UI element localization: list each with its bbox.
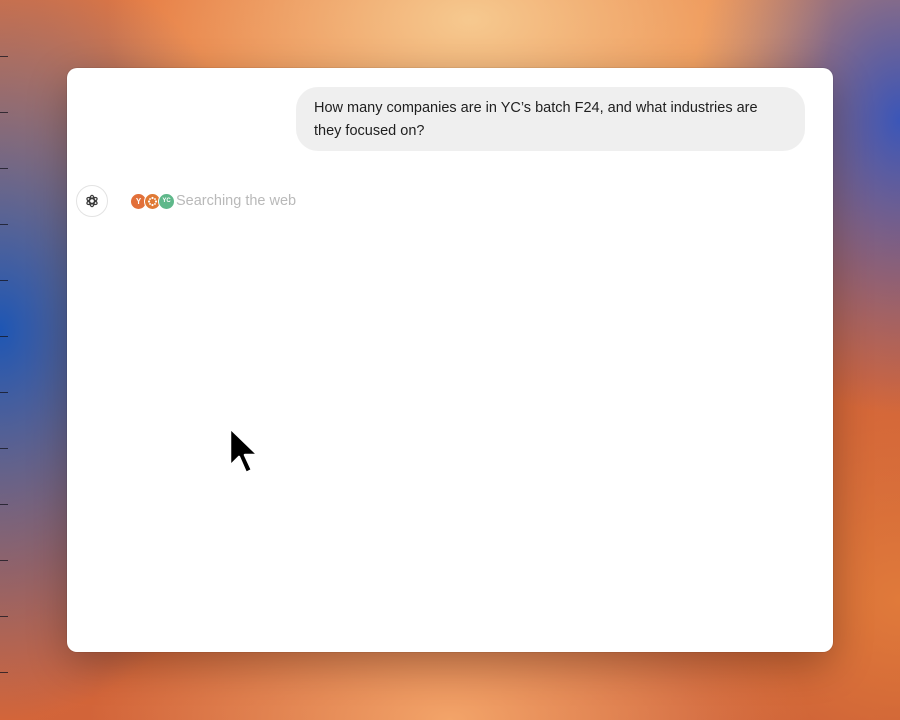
desktop-wallpaper: How many companies are in YC’s batch F24… <box>0 0 900 720</box>
user-message-bubble: How many companies are in YC’s batch F24… <box>296 87 805 151</box>
source-favicons: Y YC <box>130 192 175 210</box>
mouse-pointer-icon <box>228 426 260 475</box>
green-favicon-icon: YC <box>158 192 175 210</box>
openai-logo-icon <box>86 194 98 208</box>
assistant-status-text: Searching the web <box>176 193 297 209</box>
assistant-avatar <box>76 185 108 217</box>
screen-edge-ticks <box>0 0 10 720</box>
assistant-status-row: Y YC Searching the web <box>130 191 302 211</box>
chat-window: How many companies are in YC’s batch F24… <box>67 68 833 652</box>
user-message-text: How many companies are in YC’s batch F24… <box>314 100 758 139</box>
